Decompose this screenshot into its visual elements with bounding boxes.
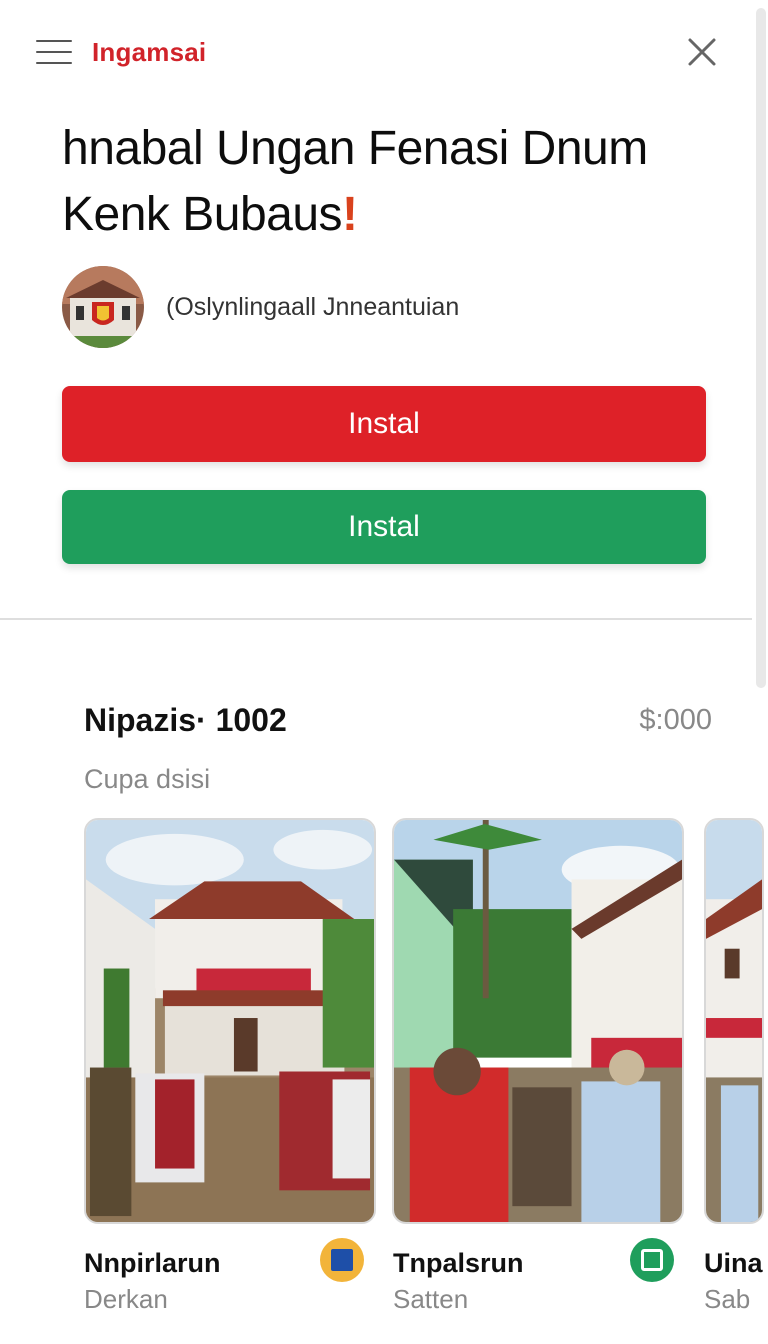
install-button-primary[interactable]: Instal	[62, 386, 706, 462]
card-1-title[interactable]: Nnpirlarun	[84, 1248, 221, 1279]
card-2-subtitle: Satten	[393, 1284, 469, 1314]
blue-square-icon	[320, 1238, 364, 1282]
section-title: Nipazis· 1002	[84, 702, 287, 738]
window-icon	[630, 1238, 674, 1282]
close-icon[interactable]	[684, 34, 720, 70]
card-2-title[interactable]: Tnpalsrun	[393, 1248, 524, 1279]
page-title: hnabal Ungan Fenasi Dnum Kenk Bubaus!	[62, 116, 722, 248]
card-3-title[interactable]: Uina	[704, 1248, 763, 1279]
title-line-2: Kenk Bubaus	[62, 188, 343, 241]
scrollbar[interactable]	[756, 8, 766, 688]
avatar	[62, 266, 144, 348]
brand-name: Ingamsai	[92, 36, 207, 67]
top-bar: Ingamsai	[36, 28, 720, 76]
publisher-name[interactable]: (Oslynlingaall Jnneantuian	[166, 293, 459, 322]
divider	[0, 618, 752, 620]
screenshot-card-3[interactable]	[704, 818, 764, 1224]
card-3-subtitle: Sab	[704, 1284, 751, 1314]
section-subtitle: Cupa dsisi	[84, 764, 211, 794]
section-value: $:000	[639, 704, 712, 736]
title-line-1: hnabal Ungan Fenasi Dnum	[62, 122, 648, 175]
publisher-row: (Oslynlingaall Jnneantuian	[62, 266, 459, 348]
alert-mark: !	[342, 188, 358, 241]
hamburger-menu-icon[interactable]	[36, 40, 72, 64]
screenshot-card-2[interactable]	[392, 818, 684, 1224]
card-1-subtitle: Derkan	[84, 1284, 168, 1314]
install-button-secondary[interactable]: Instal	[62, 490, 706, 564]
screenshot-card-1[interactable]	[84, 818, 376, 1224]
